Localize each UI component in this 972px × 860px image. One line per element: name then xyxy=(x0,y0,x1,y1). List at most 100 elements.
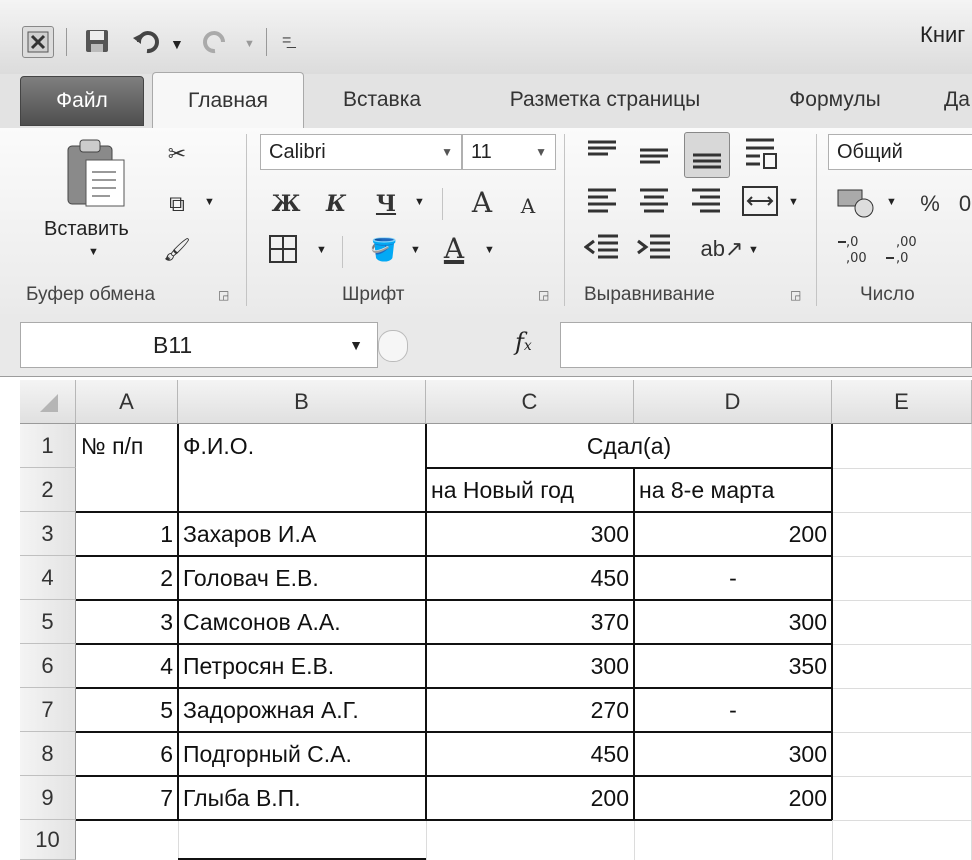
decrease-indent-icon[interactable] xyxy=(583,232,620,269)
table-row-newyear[interactable]: 270 xyxy=(426,688,634,732)
redo-dropdown-icon[interactable]: ▼ xyxy=(244,38,255,50)
table-row-number[interactable]: 3 xyxy=(76,600,178,644)
currency-icon[interactable] xyxy=(836,184,876,225)
cell-c1-merged[interactable]: Сдал(а) xyxy=(426,424,832,468)
row-header[interactable]: 1 xyxy=(20,424,76,468)
table-row-name[interactable]: Подгорный С.А. xyxy=(178,732,426,776)
row-header[interactable]: 8 xyxy=(20,732,76,776)
row-header[interactable]: 10 xyxy=(20,820,76,860)
table-row-march8[interactable]: 300 xyxy=(634,600,832,644)
font-color-button[interactable]: A xyxy=(434,228,474,268)
table-row-march8[interactable]: 300 xyxy=(634,732,832,776)
table-row-number[interactable]: 5 xyxy=(76,688,178,732)
column-header-c[interactable]: C xyxy=(426,380,634,424)
undo-icon[interactable] xyxy=(132,26,162,56)
decrease-decimal-icon[interactable]: ,00,0 xyxy=(884,232,924,273)
increase-decimal-icon[interactable]: ,0,00 xyxy=(836,232,876,273)
cell-a1[interactable]: № п/п xyxy=(76,424,178,468)
paste-button[interactable]: Вставить xyxy=(44,218,129,241)
table-row-number[interactable]: 6 xyxy=(76,732,178,776)
align-center-icon[interactable] xyxy=(636,186,672,221)
table-row-newyear[interactable]: 300 xyxy=(426,644,634,688)
row-header[interactable]: 6 xyxy=(20,644,76,688)
row-header[interactable]: 4 xyxy=(20,556,76,600)
cell-b1[interactable]: Ф.И.О. xyxy=(178,424,426,468)
fill-color-icon[interactable]: 🪣 xyxy=(364,230,404,270)
table-row-march8[interactable]: - xyxy=(634,688,832,732)
copy-icon[interactable]: ⧉ xyxy=(160,186,194,222)
borders-dropdown-icon[interactable]: ▼ xyxy=(316,244,327,256)
formula-bar-splitter[interactable] xyxy=(378,330,408,362)
italic-button[interactable]: К xyxy=(316,184,356,224)
tab-page-layout[interactable]: Разметка страницы xyxy=(480,74,730,126)
column-header-a[interactable]: A xyxy=(76,380,178,424)
tab-home[interactable]: Главная xyxy=(152,72,304,129)
comma-style-icon[interactable]: 000 xyxy=(958,186,972,222)
tab-data[interactable]: Да xyxy=(944,74,972,126)
paste-dropdown-icon[interactable]: ▼ xyxy=(88,246,99,258)
tab-formulas[interactable]: Формулы xyxy=(770,74,900,126)
column-header-b[interactable]: B xyxy=(178,380,426,424)
align-bottom-icon[interactable] xyxy=(684,132,730,178)
align-right-icon[interactable] xyxy=(688,186,724,221)
insert-function-icon[interactable]: fx xyxy=(515,328,532,356)
table-row-name[interactable]: Самсонов А.А. xyxy=(178,600,426,644)
table-row-number[interactable]: 7 xyxy=(76,776,178,820)
fill-color-dropdown-icon[interactable]: ▼ xyxy=(410,244,421,256)
table-row-newyear[interactable]: 300 xyxy=(426,512,634,556)
table-row-name[interactable]: Задорожная А.Г. xyxy=(178,688,426,732)
orientation-dropdown-icon[interactable]: ▼ xyxy=(748,244,759,256)
paste-icon[interactable] xyxy=(62,138,128,215)
table-row-number[interactable]: 1 xyxy=(76,512,178,556)
redo-icon[interactable] xyxy=(200,26,230,56)
bold-button[interactable]: Ж xyxy=(266,184,306,224)
formula-input[interactable] xyxy=(560,322,972,368)
row-header[interactable]: 9 xyxy=(20,776,76,820)
orientation-icon[interactable]: ab↗ xyxy=(701,232,744,266)
save-icon[interactable] xyxy=(82,26,112,56)
underline-button[interactable]: Ч xyxy=(366,184,406,224)
excel-icon[interactable] xyxy=(22,26,54,58)
shrink-font-button[interactable]: A xyxy=(510,188,546,224)
row-header[interactable]: 2 xyxy=(20,468,76,512)
table-row-name[interactable]: Головач Е.В. xyxy=(178,556,426,600)
merge-center-icon[interactable] xyxy=(740,184,780,223)
table-row-name[interactable]: Петросян Е.В. xyxy=(178,644,426,688)
row-header[interactable]: 7 xyxy=(20,688,76,732)
table-row-number[interactable]: 2 xyxy=(76,556,178,600)
column-header-e[interactable]: E xyxy=(832,380,972,424)
customize-toolbar-icon[interactable]: =̲ xyxy=(282,32,291,50)
cut-icon[interactable]: ✂ xyxy=(160,136,194,172)
align-middle-icon[interactable] xyxy=(636,142,672,177)
font-launcher-icon[interactable]: ◲ xyxy=(538,288,549,302)
table-row-newyear[interactable]: 450 xyxy=(426,732,634,776)
table-row-name[interactable]: Захаров И.А xyxy=(178,512,426,556)
table-row-march8[interactable]: 350 xyxy=(634,644,832,688)
select-all-corner[interactable] xyxy=(20,380,76,424)
column-header-d[interactable]: D xyxy=(634,380,832,424)
table-row-march8[interactable]: - xyxy=(634,556,832,600)
grow-font-button[interactable]: A xyxy=(462,182,502,222)
tab-insert[interactable]: Вставка xyxy=(320,74,444,126)
wrap-text-icon[interactable] xyxy=(740,134,780,179)
percent-button[interactable]: % xyxy=(912,186,948,222)
name-box-dropdown-icon[interactable]: ▼ xyxy=(349,337,363,353)
merge-dropdown-icon[interactable]: ▼ xyxy=(788,196,799,208)
cell-c2[interactable]: на Новый год xyxy=(426,468,634,512)
alignment-launcher-icon[interactable]: ◲ xyxy=(790,288,801,302)
align-top-icon[interactable] xyxy=(584,138,620,173)
font-size-select[interactable]: 11 ▼ xyxy=(462,134,556,170)
underline-dropdown-icon[interactable]: ▼ xyxy=(414,196,425,208)
table-row-number[interactable]: 4 xyxy=(76,644,178,688)
borders-icon[interactable] xyxy=(266,232,300,271)
tab-file[interactable]: Файл xyxy=(20,76,144,126)
table-row-march8[interactable]: 200 xyxy=(634,512,832,556)
name-box[interactable]: B11 ▼ xyxy=(20,322,378,368)
table-row-march8[interactable]: 200 xyxy=(634,776,832,820)
row-header[interactable]: 3 xyxy=(20,512,76,556)
undo-dropdown-icon[interactable]: ▼ xyxy=(170,36,184,52)
currency-dropdown-icon[interactable]: ▼ xyxy=(886,196,897,208)
format-painter-icon[interactable]: 🖌 xyxy=(160,232,194,268)
font-name-select[interactable]: Calibri ▼ xyxy=(260,134,462,170)
row-header[interactable]: 5 xyxy=(20,600,76,644)
